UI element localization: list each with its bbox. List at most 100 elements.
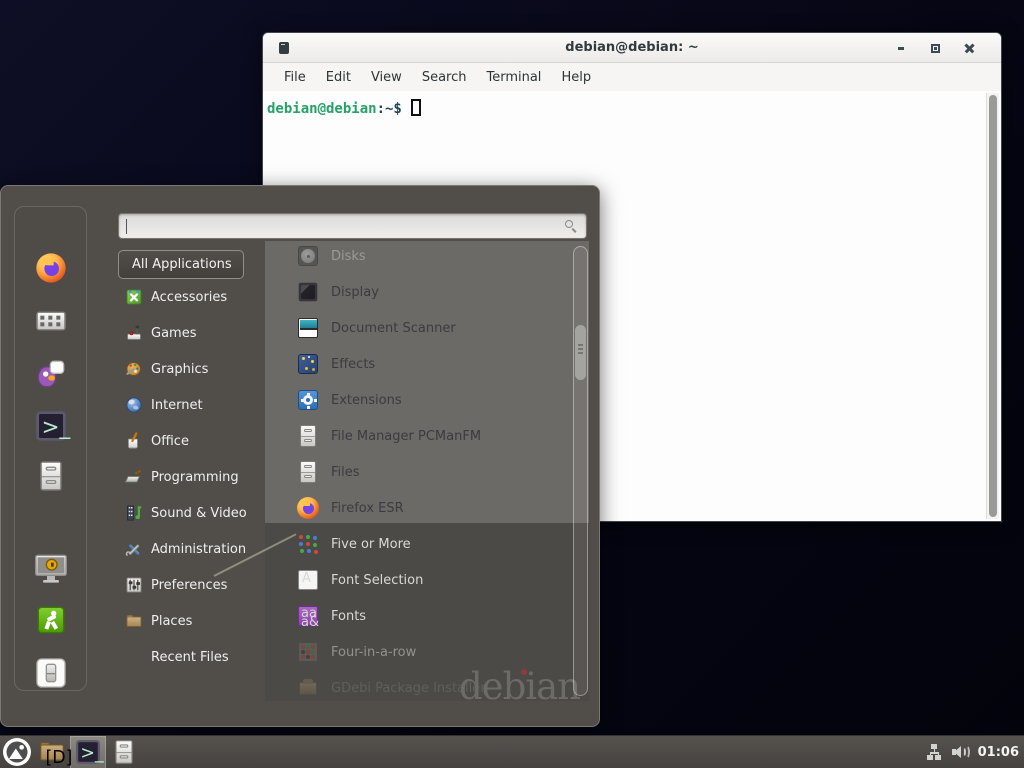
terminal-menu-file[interactable]: File bbox=[274, 66, 316, 89]
sound-video-icon bbox=[125, 504, 143, 522]
app-label: Firefox ESR bbox=[331, 501, 404, 516]
search-input[interactable] bbox=[118, 213, 587, 239]
all-applications-button[interactable]: All Applications bbox=[118, 250, 244, 279]
terminal-prompt: debian@debian:~$ bbox=[267, 99, 421, 117]
prompt-user: debian@debian bbox=[267, 101, 377, 117]
category-label: Administration bbox=[151, 542, 246, 557]
sidebar-file-cabinet-button[interactable] bbox=[35, 460, 67, 492]
sidebar-shutdown-button[interactable] bbox=[35, 657, 67, 689]
category-recent-files[interactable]: Recent Files bbox=[118, 639, 264, 675]
app-label: Five or More bbox=[331, 537, 411, 552]
terminal-scrollbar[interactable] bbox=[986, 93, 999, 519]
app-label: Font Selection bbox=[331, 573, 423, 588]
app-label: Effects bbox=[331, 357, 375, 372]
app-label: Extensions bbox=[331, 393, 402, 408]
app-effects[interactable]: Effects bbox=[265, 346, 589, 382]
pidgin-icon bbox=[35, 358, 67, 390]
category-label: Office bbox=[151, 434, 189, 449]
app-label: Document Scanner bbox=[331, 321, 456, 336]
category-programming[interactable]: Programming bbox=[118, 459, 264, 495]
menu-sidebar: >_ bbox=[14, 206, 87, 691]
file-cabinet-icon bbox=[296, 460, 320, 484]
firefox-icon bbox=[296, 496, 320, 520]
category-places[interactable]: Places bbox=[118, 603, 264, 639]
gdebi-icon bbox=[296, 676, 320, 700]
terminal-menu-help[interactable]: Help bbox=[551, 66, 601, 89]
network-icon[interactable] bbox=[926, 743, 943, 761]
terminal-menu-edit[interactable]: Edit bbox=[316, 66, 361, 89]
five-or-more-icon bbox=[296, 532, 320, 556]
logout-icon bbox=[35, 604, 67, 636]
close-icon[interactable] bbox=[963, 42, 975, 54]
taskbar: [D] >_ 01:06 bbox=[0, 735, 1024, 768]
search-icon bbox=[565, 220, 578, 233]
sidebar-pidgin-button[interactable] bbox=[35, 358, 67, 390]
category-label: Recent Files bbox=[151, 650, 229, 665]
sidebar-lock-screen-button[interactable] bbox=[35, 552, 67, 584]
app-extensions[interactable]: Extensions bbox=[265, 382, 589, 418]
applist-scrollbar[interactable] bbox=[573, 246, 588, 696]
desktop: debian@debian: ~ FileEditViewSearchTermi… bbox=[0, 0, 1024, 768]
terminal-title: debian@debian: ~ bbox=[263, 40, 1001, 55]
category-label: Accessories bbox=[151, 290, 227, 305]
terminal-scrollbar-thumb[interactable] bbox=[989, 95, 997, 517]
terminal-launcher[interactable]: >_ bbox=[70, 736, 106, 768]
maximize-icon[interactable] bbox=[929, 42, 941, 54]
category-label: Places bbox=[151, 614, 192, 629]
taskbar-launchers: [D] >_ bbox=[0, 736, 142, 768]
category-internet[interactable]: Internet bbox=[118, 387, 264, 423]
terminal-menu-terminal[interactable]: Terminal bbox=[476, 66, 551, 89]
app-font-selection[interactable]: AFont Selection bbox=[265, 562, 589, 598]
category-label: Internet bbox=[151, 398, 203, 413]
terminal-titlebar[interactable]: debian@debian: ~ bbox=[263, 33, 1001, 63]
app-files[interactable]: Files bbox=[265, 454, 589, 490]
shutdown-icon bbox=[35, 657, 67, 689]
category-office[interactable]: Office bbox=[118, 423, 264, 459]
category-list: Accessories Games Graphics Internet Offi… bbox=[118, 279, 264, 675]
category-games[interactable]: Games bbox=[118, 315, 264, 351]
app-label: Display bbox=[331, 285, 379, 300]
app-document-scanner[interactable]: Document Scanner bbox=[265, 310, 589, 346]
menu-button[interactable] bbox=[0, 736, 34, 768]
file-cabinet-icon bbox=[111, 739, 137, 765]
debian-dot bbox=[521, 669, 527, 675]
app-label: File Manager PCManFM bbox=[331, 429, 481, 444]
graphics-icon bbox=[125, 360, 143, 378]
effects-icon bbox=[296, 352, 320, 376]
sidebar-software-button[interactable] bbox=[35, 305, 67, 337]
terminal-menu-search[interactable]: Search bbox=[412, 66, 477, 89]
terminal-menu-view[interactable]: View bbox=[361, 66, 412, 89]
volume-icon[interactable] bbox=[952, 744, 969, 760]
folder-debian-icon: [D] bbox=[39, 739, 65, 765]
sidebar-terminal-button[interactable]: >_ bbox=[35, 410, 67, 442]
document-scanner-icon bbox=[296, 316, 320, 340]
app-five-or-more[interactable]: Five or More bbox=[265, 526, 589, 562]
category-accessories[interactable]: Accessories bbox=[118, 279, 264, 315]
minimize-icon[interactable] bbox=[895, 42, 907, 54]
internet-icon bbox=[125, 396, 143, 414]
application-menu: >_ All Applications Accessories Games Gr bbox=[0, 185, 600, 727]
sidebar-firefox-button[interactable] bbox=[35, 252, 67, 284]
app-disks[interactable]: Disks bbox=[265, 241, 589, 274]
applist-scrollbar-thumb[interactable] bbox=[575, 325, 586, 380]
category-label: Sound & Video bbox=[151, 506, 247, 521]
text-caret bbox=[126, 219, 127, 234]
file-manager-launcher[interactable]: [D] bbox=[34, 736, 70, 768]
app-display[interactable]: Display bbox=[265, 274, 589, 310]
category-sound-video[interactable]: Sound & Video bbox=[118, 495, 264, 531]
app-label: Four-in-a-row bbox=[331, 645, 416, 660]
app-firefox-esr[interactable]: Firefox ESR bbox=[265, 490, 589, 526]
clock[interactable]: 01:06 bbox=[978, 745, 1019, 760]
category-graphics[interactable]: Graphics bbox=[118, 351, 264, 387]
category-preferences[interactable]: Preferences bbox=[118, 567, 264, 603]
app-file-manager-pcmanfm[interactable]: File Manager PCManFM bbox=[265, 418, 589, 454]
sidebar-logout-button[interactable] bbox=[35, 604, 67, 636]
lock-screen-icon bbox=[35, 552, 67, 584]
terminal-icon: >_ bbox=[75, 739, 101, 765]
prompt-suffix: :~$ bbox=[377, 101, 402, 117]
app-fonts[interactable]: aa a&Fonts bbox=[265, 598, 589, 634]
files-launcher[interactable] bbox=[106, 736, 142, 768]
application-list: Disks Display Document Scanner Effects E… bbox=[265, 241, 589, 701]
category-label: Graphics bbox=[151, 362, 208, 377]
office-icon bbox=[125, 432, 143, 450]
